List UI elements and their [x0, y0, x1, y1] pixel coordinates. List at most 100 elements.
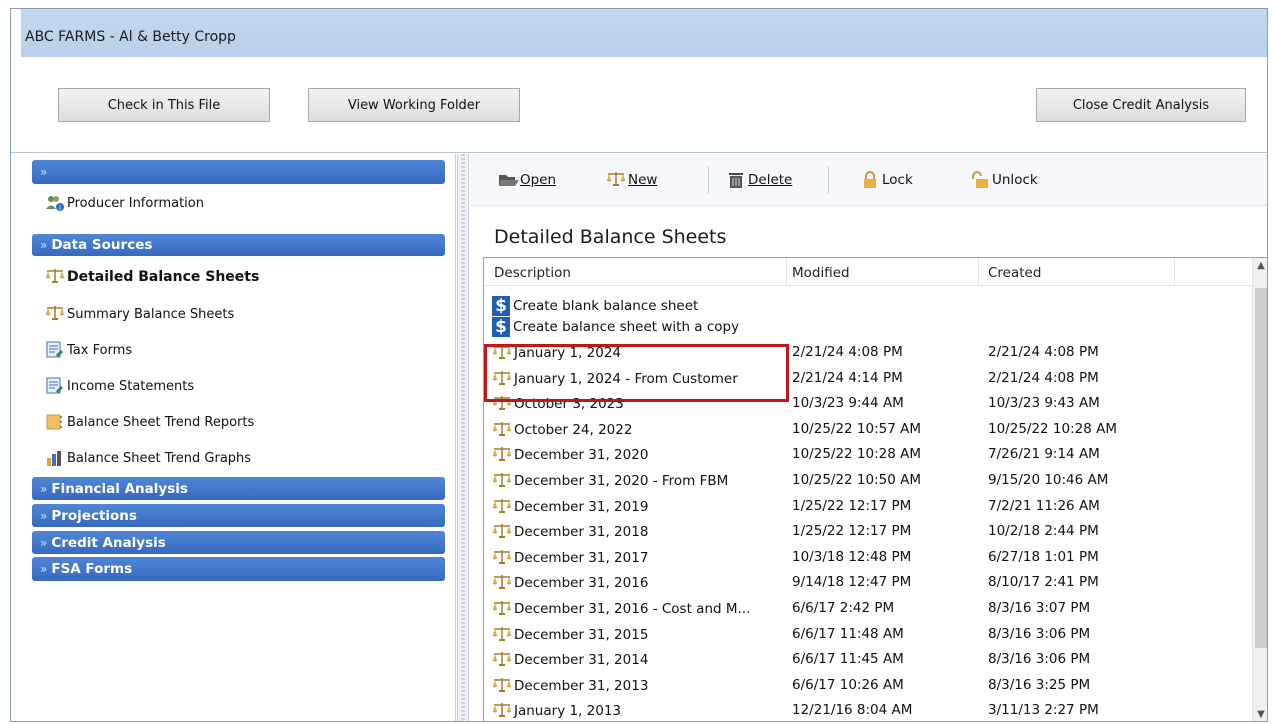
unlock-button[interactable]: Unlock — [970, 167, 1038, 193]
created-cell: 7/26/21 9:14 AM — [988, 446, 1100, 463]
chevron-right-icon: » — [40, 562, 48, 576]
description-cell: December 31, 2018 — [514, 524, 649, 541]
column-divider — [978, 258, 979, 286]
table-row[interactable]: December 31, 2013 6/6/17 10:26 AM 8/3/16 3… — [484, 673, 1254, 698]
action-row-create-copy[interactable]: $ Create balance sheet with a copy — [484, 313, 1254, 338]
created-cell: 10/2/18 2:44 PM — [988, 523, 1099, 540]
sidebar-item-label: Tax Forms — [67, 342, 133, 358]
section-data-sources[interactable]: » Data Sources — [32, 234, 445, 256]
open-label: Open — [520, 172, 557, 188]
table-row[interactable]: October 24, 2022 10/25/22 10:57 AM 10/25/2… — [484, 417, 1254, 442]
sidebar-item-detailed-balance-sheets[interactable]: Detailed Balance Sheets — [45, 265, 259, 289]
sidebar-item-label: Balance Sheet Trend Graphs — [67, 450, 252, 466]
sidebar-item-trend-graphs[interactable]: Balance Sheet Trend Graphs — [45, 446, 251, 470]
modified-cell: 1/25/22 12:17 PM — [792, 497, 912, 514]
column-header-created[interactable]: Created — [988, 265, 1041, 281]
trend-report-icon — [45, 413, 65, 431]
description-cell: December 31, 2020 - From FBM — [514, 473, 729, 489]
table-row[interactable]: December 31, 2017 10/3/18 12:48 PM 6/27/18… — [484, 545, 1254, 570]
balance-sheet-list: Description Modified Created $ Create bl… — [483, 257, 1267, 721]
modified-cell: 1/25/22 12:17 PM — [792, 523, 912, 540]
description-cell: December 31, 2013 — [514, 677, 649, 694]
description-cell: December 31, 2016 - Cost and M... — [514, 601, 751, 617]
table-row[interactable]: December 31, 2016 - Cost and M... 6/6/17 … — [484, 596, 1254, 621]
sidebar-item-tax-forms[interactable]: Tax Forms — [45, 338, 132, 362]
scale-icon — [492, 523, 512, 541]
sidebar-item-trend-reports[interactable]: Balance Sheet Trend Reports — [45, 410, 254, 434]
unlock-icon — [970, 171, 990, 189]
modified-cell: 9/14/18 12:47 PM — [792, 574, 912, 591]
sidebar-item-label: Balance Sheet Trend Reports — [67, 414, 255, 430]
delete-button[interactable]: Delete — [726, 167, 792, 193]
chevron-right-icon: » — [40, 508, 48, 523]
sidebar-item-income-statements[interactable]: Income Statements — [45, 374, 194, 398]
lock-button[interactable]: Lock — [860, 167, 913, 193]
column-header-description[interactable]: Description — [494, 265, 571, 281]
section-label: Projections — [51, 507, 137, 524]
created-cell: 10/25/22 10:28 AM — [988, 420, 1118, 437]
modified-cell: 2/21/24 4:14 PM — [792, 369, 903, 386]
chevron-right-icon: » — [40, 535, 48, 550]
vertical-scrollbar[interactable]: ▲ ▼ — [1252, 258, 1267, 721]
section-projections[interactable]: » Projections — [32, 504, 445, 527]
description-cell: January 1, 2013 — [514, 703, 621, 720]
created-cell: 7/2/21 11:26 AM — [988, 497, 1100, 514]
check-in-button[interactable]: Check in This File — [58, 88, 270, 122]
tax-form-icon — [45, 341, 65, 359]
open-button[interactable]: Open — [498, 167, 556, 193]
table-row[interactable]: December 31, 2016 9/14/18 12:47 PM 8/10/17… — [484, 570, 1254, 595]
content-panel: Open New Delete Lock Unlock Detailed Bal… — [470, 154, 1267, 721]
section-label: Credit Analysis — [51, 534, 166, 551]
double-chevron-down-icon: » — [40, 165, 48, 179]
scroll-up-icon[interactable]: ▲ — [1253, 258, 1267, 274]
table-row[interactable]: December 31, 2018 1/25/22 12:17 PM 10/2/18… — [484, 519, 1254, 544]
splitter-handle[interactable] — [457, 154, 469, 721]
created-cell: 2/21/24 4:08 PM — [988, 369, 1099, 386]
new-button[interactable]: New — [606, 167, 657, 193]
modified-cell: 10/3/18 12:48 PM — [792, 548, 912, 565]
created-cell: 10/3/23 9:43 AM — [988, 395, 1100, 412]
action-bar: Check in This File View Working Folder C… — [11, 57, 1267, 153]
table-row[interactable]: December 31, 2014 6/6/17 11:45 AM 8/3/16 3… — [484, 647, 1254, 672]
lock-label: Lock — [882, 172, 913, 188]
list-header: Description Modified Created — [484, 258, 1254, 286]
toolbar-separator — [708, 166, 709, 194]
svg-text:i: i — [59, 204, 61, 212]
section-label: Financial Analysis — [51, 480, 188, 497]
scale-icon — [492, 472, 512, 490]
modified-cell: 10/3/23 9:44 AM — [792, 395, 904, 412]
view-working-folder-button[interactable]: View Working Folder — [308, 88, 520, 122]
section-fsa-forms[interactable]: » FSA Forms — [32, 557, 445, 581]
toolbar-separator — [828, 166, 829, 194]
table-row[interactable]: December 31, 2015 6/6/17 11:48 AM 8/3/16 3… — [484, 622, 1254, 647]
modified-cell: 10/25/22 10:28 AM — [792, 446, 922, 463]
section-financial-analysis[interactable]: » Financial Analysis — [32, 477, 445, 500]
delete-label: Delete — [748, 172, 793, 188]
table-row[interactable]: December 31, 2020 - From FBM 10/25/22 10:… — [484, 468, 1254, 493]
description-cell: December 31, 2015 — [514, 626, 649, 643]
collapse-all-bar[interactable]: » — [32, 160, 445, 184]
scroll-down-icon[interactable]: ▼ — [1253, 707, 1267, 721]
action-label: Create blank balance sheet — [513, 298, 699, 314]
scroll-thumb[interactable] — [1255, 288, 1267, 648]
sidebar-item-label: Producer Information — [67, 195, 204, 211]
table-row[interactable]: December 31, 2020 10/25/22 10:28 AM 7/26/2… — [484, 442, 1254, 467]
modified-cell: 10/25/22 10:50 AM — [792, 472, 922, 488]
section-credit-analysis[interactable]: » Credit Analysis — [32, 531, 445, 554]
table-row[interactable]: December 31, 2019 1/25/22 12:17 PM 7/2/21 … — [484, 494, 1254, 519]
sidebar-item-producer-information[interactable]: i Producer Information — [45, 191, 204, 215]
description-cell: December 31, 2016 — [514, 575, 649, 592]
income-statement-icon — [45, 377, 65, 395]
section-label: Data Sources — [51, 237, 153, 253]
modified-cell: 12/21/16 8:04 AM — [792, 702, 913, 719]
close-credit-analysis-button[interactable]: Close Credit Analysis — [1036, 88, 1246, 122]
column-header-modified[interactable]: Modified — [792, 265, 850, 281]
sidebar-item-label: Income Statements — [67, 378, 195, 394]
scale-icon — [492, 677, 512, 695]
producer-icon: i — [45, 194, 65, 212]
scale-icon — [492, 574, 512, 592]
sidebar-item-summary-balance-sheets[interactable]: Summary Balance Sheets — [45, 302, 234, 326]
table-row[interactable]: January 1, 2013 12/21/16 8:04 AM 3/11/13 2… — [484, 698, 1254, 721]
description-cell: December 31, 2020 — [514, 447, 649, 464]
created-cell: 8/10/17 2:41 PM — [988, 574, 1099, 591]
